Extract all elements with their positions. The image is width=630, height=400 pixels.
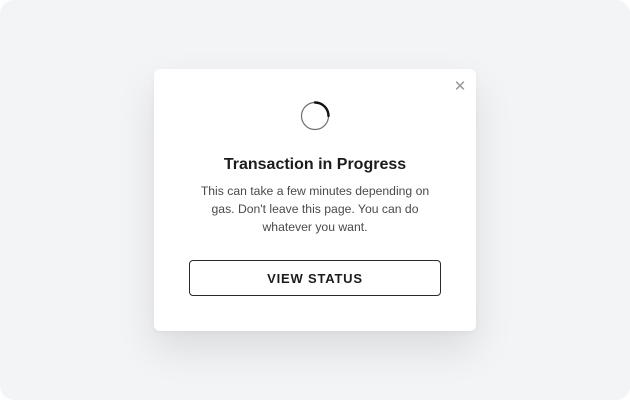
page-background: ✕ Transaction in Progress This can take … <box>0 0 630 400</box>
loading-spinner-icon <box>300 101 330 131</box>
modal-description: This can take a few minutes depending on… <box>200 184 430 234</box>
transaction-modal: ✕ Transaction in Progress This can take … <box>154 69 476 331</box>
modal-title: Transaction in Progress <box>223 156 407 173</box>
close-button[interactable]: ✕ <box>452 78 468 94</box>
close-icon: ✕ <box>453 77 467 95</box>
view-status-button[interactable]: VIEW STATUS <box>189 260 441 296</box>
